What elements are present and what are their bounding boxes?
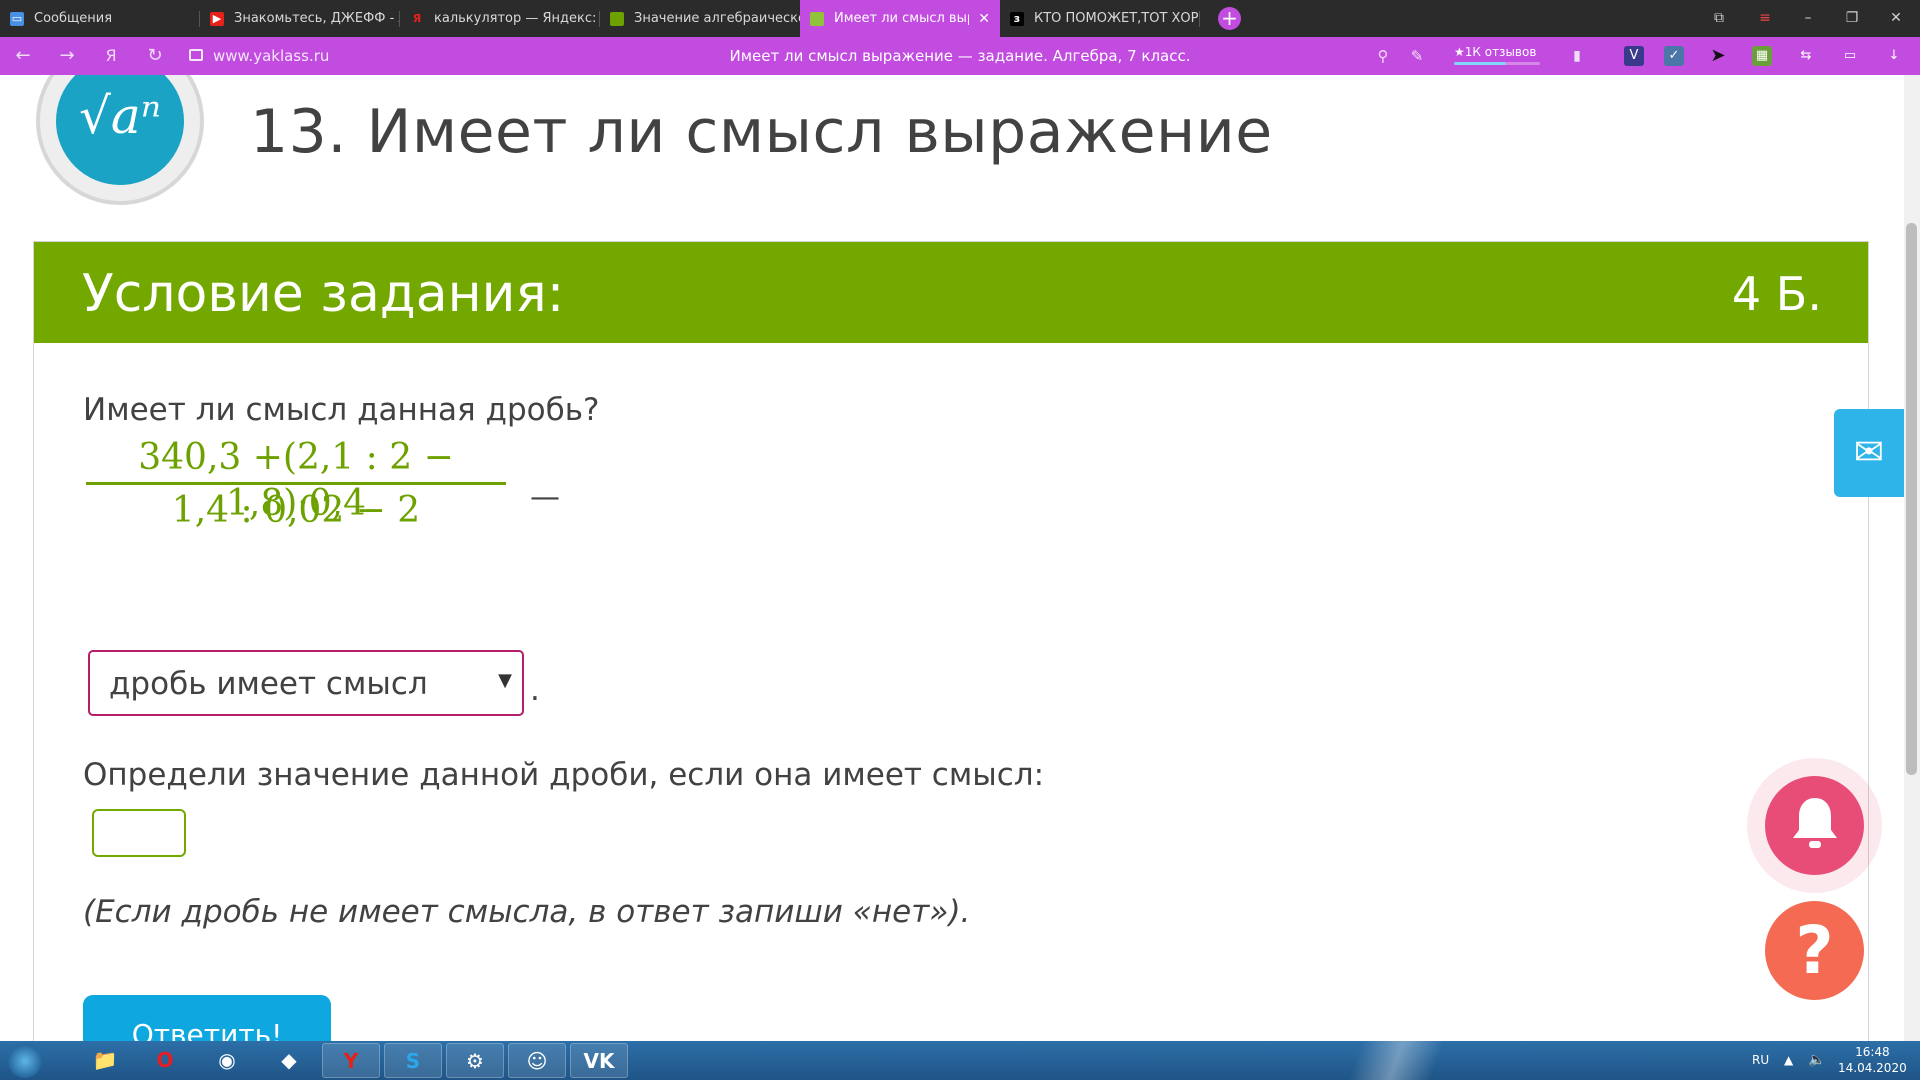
task-card: Условие задания: 4 Б. Имеет ли смысл дан… — [33, 241, 1869, 1041]
page-content: √aⁿ 13. Имеет ли смысл выражение Условие… — [0, 75, 1920, 1041]
math-fraction: 340,3 +(2,1 : 2 − 1,8)·0,4 1,4 : 0,02 − … — [86, 435, 506, 535]
tab-label: калькулятор — Яндекс: на — [434, 11, 600, 26]
taskbar: 📁 O ◉ ◆ Y S ⚙ ☺ VK RU ▲ 🔈 16:48 14.04.20… — [0, 1041, 1920, 1080]
cursor-extension-icon[interactable]: ➤ — [1708, 46, 1728, 66]
meaning-select[interactable]: дробь имеет смысл ▼ — [88, 650, 524, 716]
reviews-label: ★1К отзывов — [1454, 45, 1537, 59]
fraction-numerator: 340,3 +(2,1 : 2 − 1,8)·0,4 — [138, 437, 454, 524]
scrollbar-thumb[interactable] — [1906, 223, 1917, 775]
tab-yandex-calculator[interactable]: Я калькулятор — Яндекс: на — [400, 0, 600, 37]
tab-messages[interactable]: ▭ Сообщения — [0, 0, 200, 37]
tab-label: КТО ПОМОЖЕТ,ТОТ ХОРС — [1034, 11, 1200, 26]
select-value: дробь имеет смысл — [109, 666, 428, 702]
question-text: Имеет ли смысл данная дробь? — [83, 392, 600, 428]
menu-icon[interactable]: ≡ — [1743, 0, 1787, 37]
forward-icon[interactable]: → — [52, 37, 82, 75]
notification-bell-button[interactable] — [1765, 776, 1864, 875]
hint-text: (Если дробь не имеет смысла, в ответ зап… — [83, 894, 971, 930]
close-window-icon[interactable]: ✕ — [1874, 0, 1918, 37]
restore-icon[interactable]: ❐ — [1830, 0, 1874, 37]
reload-icon[interactable]: ↻ — [140, 37, 170, 75]
z-icon: з — [1010, 11, 1024, 26]
screen-extension-icon[interactable]: ▭ — [1840, 46, 1860, 66]
tray-expand-icon[interactable]: ▲ — [1784, 1041, 1793, 1080]
logo-icon: √aⁿ — [56, 75, 184, 185]
book-icon — [810, 11, 824, 26]
youtube-icon: ▶ — [210, 11, 224, 26]
vk-extension-icon[interactable]: ✓ — [1664, 46, 1684, 66]
submit-button[interactable]: Ответить! — [83, 995, 331, 1041]
reviews-widget[interactable]: ★1К отзывов — [1454, 45, 1540, 65]
help-button[interactable]: ? — [1765, 901, 1864, 1000]
yaklass-logo: √aⁿ — [36, 75, 204, 205]
address-bar: ← → Я ↻ www.yaklass.ru Имеет ли смысл вы… — [0, 37, 1920, 75]
language-indicator[interactable]: RU — [1752, 1041, 1769, 1080]
grid-extension-icon[interactable]: ▦ — [1752, 46, 1772, 66]
reviews-bar — [1454, 62, 1540, 65]
translate-extension-icon[interactable]: ⇆ — [1796, 46, 1816, 66]
period-text: . — [530, 672, 540, 708]
clock[interactable]: 16:48 14.04.2020 — [1838, 1044, 1907, 1076]
start-button[interactable] — [8, 1044, 42, 1078]
skype-icon[interactable]: S — [384, 1043, 442, 1078]
download-icon[interactable]: ↓ — [1884, 46, 1904, 66]
extension-icon[interactable]: V — [1624, 46, 1644, 66]
media-player-icon[interactable]: ◉ — [198, 1043, 256, 1078]
vk-icon[interactable]: VK — [570, 1043, 628, 1078]
steam-icon[interactable]: ⚙ — [446, 1043, 504, 1078]
url-text[interactable]: www.yaklass.ru — [213, 37, 329, 75]
task-card-header: Условие задания: 4 Б. — [34, 242, 1868, 343]
tab-znanija[interactable]: з КТО ПОМОЖЕТ,ТОТ ХОРС — [1000, 0, 1200, 37]
yandex-home-icon[interactable]: Я — [96, 37, 126, 75]
dropdown-arrow-icon: ▼ — [498, 670, 512, 691]
dash-text: — — [530, 480, 560, 515]
tab-youtube[interactable]: ▶ Знакомьтесь, ДЖЕФФ - AL — [200, 0, 400, 37]
tabs-menu-icon[interactable]: ⧉ — [1697, 0, 1741, 37]
tab-label: Значение алгебраическог — [634, 11, 800, 26]
mail-icon[interactable]: ✉ — [1834, 409, 1904, 497]
condition-title: Условие задания: — [82, 264, 565, 324]
opera-icon[interactable]: O — [136, 1043, 194, 1078]
new-tab-button[interactable]: + — [1218, 7, 1241, 30]
brush-icon[interactable]: ✎ — [1402, 37, 1432, 75]
answer-input[interactable] — [92, 809, 186, 857]
search-icon[interactable]: ⚲ — [1368, 37, 1398, 75]
close-tab-icon[interactable]: ✕ — [978, 11, 990, 27]
bell-icon — [1792, 798, 1837, 848]
fraction-denominator: 1,4 : 0,02 − 2 — [171, 490, 421, 531]
chat-icon: ▭ — [10, 11, 24, 26]
tab-label: Имеет ли смысл выраж — [834, 11, 969, 26]
tab-label: Знакомьтесь, ДЖЕФФ - AL — [234, 11, 400, 26]
tab-active-expression[interactable]: Имеет ли смысл выраж ✕ — [800, 0, 1000, 37]
app-icon[interactable]: ◆ — [260, 1043, 318, 1078]
volume-icon[interactable]: 🔈 — [1808, 1041, 1825, 1080]
tab-algebraic-value[interactable]: Значение алгебраическог — [600, 0, 800, 37]
clock-date: 14.04.2020 — [1838, 1061, 1907, 1075]
discord-icon[interactable]: ☺ — [508, 1043, 566, 1078]
tab-label: Сообщения — [34, 11, 113, 26]
page-heading: 13. Имеет ли смысл выражение — [250, 97, 1273, 167]
back-icon[interactable]: ← — [8, 37, 38, 75]
yandex-browser-icon[interactable]: Y — [322, 1043, 380, 1078]
yandex-icon: Я — [412, 11, 422, 25]
file-explorer-icon[interactable]: 📁 — [76, 1043, 134, 1078]
points-badge: 4 Б. — [1731, 267, 1822, 321]
bookmark-icon[interactable]: ▮ — [1562, 37, 1592, 75]
lock-icon — [189, 49, 203, 61]
minimize-icon[interactable]: – — [1786, 0, 1830, 37]
browser-tab-bar: ▭ Сообщения ▶ Знакомьтесь, ДЖЕФФ - AL Я … — [0, 0, 1920, 37]
book-icon — [610, 11, 624, 26]
clock-time: 16:48 — [1855, 1045, 1890, 1059]
question2-text: Определи значение данной дроби, если она… — [83, 757, 1045, 793]
